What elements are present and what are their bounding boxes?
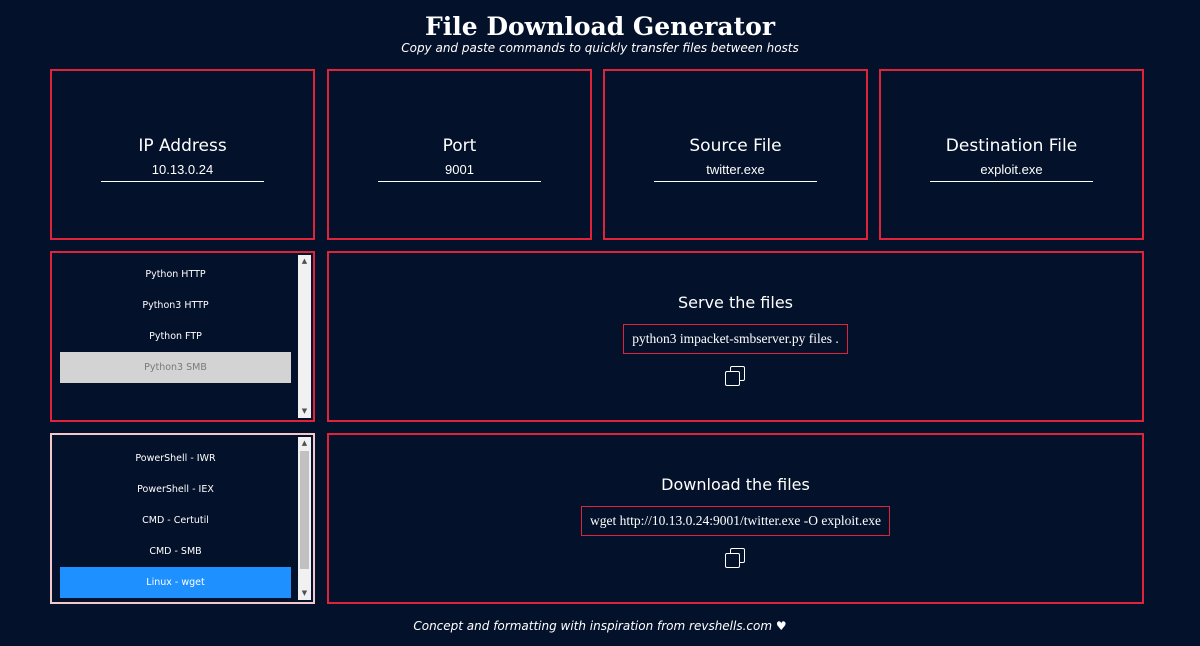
server-option-python3-smb[interactable]: Python3 SMB [60, 352, 291, 383]
source-file-label: Source File [689, 135, 782, 156]
scrollbar-thumb[interactable] [300, 451, 309, 569]
server-method-list[interactable]: Python HTTP Python3 HTTP Python FTP Pyth… [50, 251, 315, 422]
heart-icon: ♥ [775, 619, 787, 633]
serve-heading: Serve the files [677, 293, 794, 312]
scroll-down-arrow-icon[interactable]: ▼ [298, 587, 311, 600]
ip-address-panel: IP Address [50, 69, 315, 240]
client-option-powershell-iwr[interactable]: PowerShell - IWR [60, 443, 291, 474]
client-option-cmd-certutil[interactable]: CMD - Certutil [60, 505, 291, 536]
client-option-linux-wget[interactable]: Linux - wget [60, 567, 291, 598]
source-file-input[interactable] [654, 161, 817, 182]
copy-icon[interactable] [724, 366, 747, 388]
server-option-python-http[interactable]: Python HTTP [60, 259, 291, 290]
client-option-cmd-smb[interactable]: CMD - SMB [60, 536, 291, 567]
client-option-powershell-iex[interactable]: PowerShell - IEX [60, 474, 291, 505]
scroll-up-arrow-icon[interactable]: ▲ [298, 437, 311, 450]
port-input[interactable] [378, 161, 541, 182]
footer: Concept and formatting with inspiration … [0, 619, 1200, 633]
source-file-panel: Source File [603, 69, 868, 240]
copy-icon[interactable] [724, 548, 747, 570]
client-list-scrollbar[interactable]: ▲ ▼ [298, 437, 311, 600]
download-heading: Download the files [661, 475, 810, 494]
destination-file-label: Destination File [945, 135, 1078, 156]
serve-command[interactable]: python3 impacket-smbserver.py files . [623, 324, 848, 354]
download-command[interactable]: wget http://10.13.0.24:9001/twitter.exe … [581, 506, 890, 536]
destination-file-panel: Destination File [879, 69, 1144, 240]
ip-address-input[interactable] [101, 161, 264, 182]
client-method-list[interactable]: PowerShell - IWR PowerShell - IEX CMD - … [50, 433, 315, 604]
download-panel: Download the files wget http://10.13.0.2… [327, 433, 1144, 604]
port-label: Port [442, 135, 477, 156]
destination-file-input[interactable] [930, 161, 1093, 182]
port-panel: Port [327, 69, 592, 240]
footer-text: Concept and formatting with inspiration … [413, 619, 773, 633]
server-option-python3-http[interactable]: Python3 HTTP [60, 290, 291, 321]
scroll-up-arrow-icon[interactable]: ▲ [298, 255, 311, 268]
scroll-down-arrow-icon[interactable]: ▼ [298, 405, 311, 418]
page-subtitle: Copy and paste commands to quickly trans… [401, 41, 799, 55]
page-title: File Download Generator [424, 12, 776, 41]
server-option-python-ftp[interactable]: Python FTP [60, 321, 291, 352]
ip-address-label: IP Address [138, 135, 227, 156]
serve-panel: Serve the files python3 impacket-smbserv… [327, 251, 1144, 422]
server-list-scrollbar[interactable]: ▲ ▼ [298, 255, 311, 418]
